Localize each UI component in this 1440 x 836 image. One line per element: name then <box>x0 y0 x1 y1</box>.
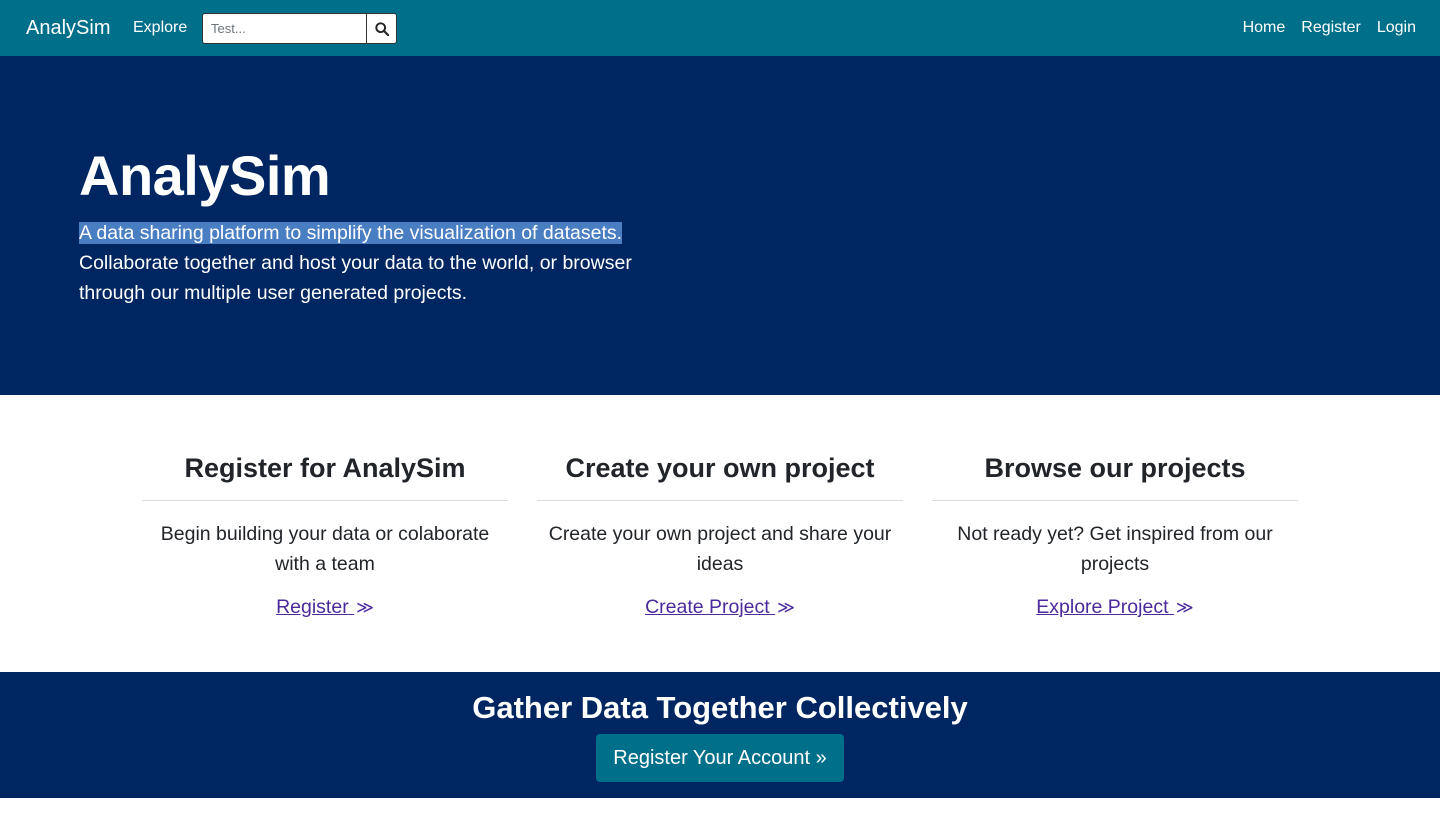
nav-login-link[interactable]: Login <box>1377 17 1416 39</box>
divider <box>932 500 1298 501</box>
search-icon <box>374 21 389 36</box>
brand-logo-link[interactable]: AnalySim <box>26 15 110 41</box>
hero-title: AnalySim <box>79 144 331 207</box>
feature-register: Register for AnalySim Begin building you… <box>142 395 508 672</box>
register-link-label: Register <box>276 596 349 618</box>
chevron-double-right-icon: ≫ <box>356 598 374 617</box>
cta-section: Gather Data Together Collectively Regist… <box>0 672 1440 798</box>
hero-highlighted-text: A data sharing platform to simplify the … <box>79 222 623 244</box>
nav-home-link[interactable]: Home <box>1243 17 1286 39</box>
cta-title: Gather Data Together Collectively <box>472 690 968 725</box>
divider <box>142 500 508 501</box>
feature-title: Register for AnalySim <box>184 453 466 483</box>
chevron-double-right-icon: ≫ <box>1175 598 1194 617</box>
feature-browse-projects: Browse our projects Not ready yet? Get i… <box>932 395 1298 672</box>
feature-title: Create your own project <box>565 453 875 483</box>
feature-description: Begin building your data or colaborate w… <box>160 523 490 575</box>
register-account-button[interactable]: Register Your Account » <box>596 734 844 782</box>
register-link[interactable]: Register ≫ <box>276 594 374 621</box>
create-project-link[interactable]: Create Project ≫ <box>645 594 795 621</box>
divider <box>537 500 903 501</box>
explore-project-link[interactable]: Explore Project ≫ <box>1036 594 1193 621</box>
search-form <box>202 13 397 44</box>
chevron-double-right-icon: ≫ <box>777 598 795 617</box>
feature-description: Create your own project and share your i… <box>548 523 892 575</box>
hero-body-text: Collaborate together and host your data … <box>79 252 632 304</box>
nav-register-link[interactable]: Register <box>1301 17 1361 39</box>
explore-project-link-label: Explore Project <box>1036 596 1169 618</box>
feature-create-project: Create your own project Create your own … <box>537 395 903 672</box>
search-input[interactable] <box>202 13 366 44</box>
nav-explore-link[interactable]: Explore <box>133 17 187 39</box>
feature-title: Browse our projects <box>984 453 1246 483</box>
nav-right-links: Home Register Login <box>1243 17 1416 39</box>
hero-description: A data sharing platform to simplify the … <box>79 218 659 308</box>
features-section: Register for AnalySim Begin building you… <box>142 395 1298 672</box>
top-navbar: AnalySim Explore Home Register Login <box>0 0 1440 56</box>
create-project-link-label: Create Project <box>645 596 770 618</box>
feature-description: Not ready yet? Get inspired from our pro… <box>957 523 1273 575</box>
hero-section: AnalySim A data sharing platform to simp… <box>0 56 1440 395</box>
search-button[interactable] <box>366 13 397 44</box>
